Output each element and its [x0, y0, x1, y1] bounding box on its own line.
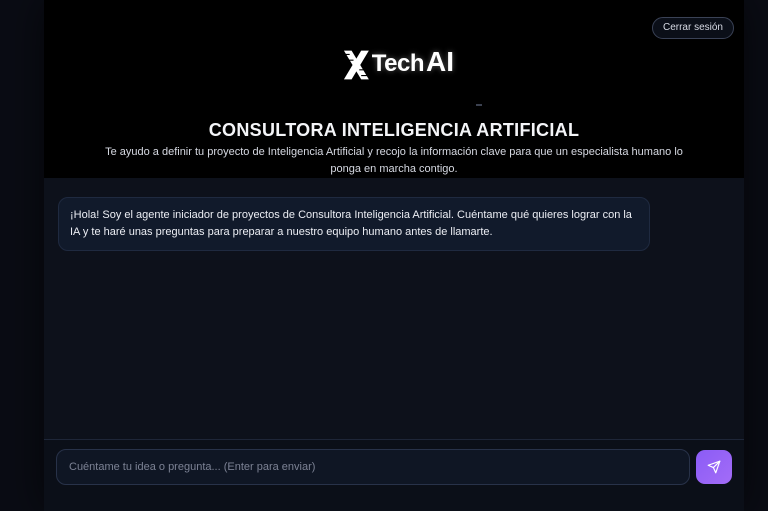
x-logo-icon: [343, 50, 369, 80]
decorative-mark: [476, 104, 482, 106]
send-button[interactable]: [696, 450, 732, 484]
page-title: CONSULTORA INTELIGENCIA ARTIFICIAL: [208, 120, 580, 140]
page-subtitle: Te ayudo a definir tu proyecto de Inteli…: [105, 146, 683, 175]
logout-button[interactable]: Cerrar sesión: [651, 17, 734, 39]
message-input[interactable]: [56, 449, 690, 485]
composer: [44, 440, 744, 511]
header-hero: Cerrar sesión Tech AI CONSULTORA INTELIG…: [44, 0, 744, 178]
xtechai-logo: Tech AI: [342, 40, 454, 82]
paper-plane-icon: [707, 460, 721, 474]
logo-ai-text: AI: [426, 46, 454, 77]
chat-messages: ¡Hola! Soy el agente iniciador de proyec…: [44, 178, 744, 439]
logo-text: Tech: [371, 50, 425, 77]
assistant-message: ¡Hola! Soy el agente iniciador de proyec…: [58, 197, 650, 251]
chat-app: Cerrar sesión Tech AI CONSULTORA INTELIG…: [44, 0, 744, 511]
